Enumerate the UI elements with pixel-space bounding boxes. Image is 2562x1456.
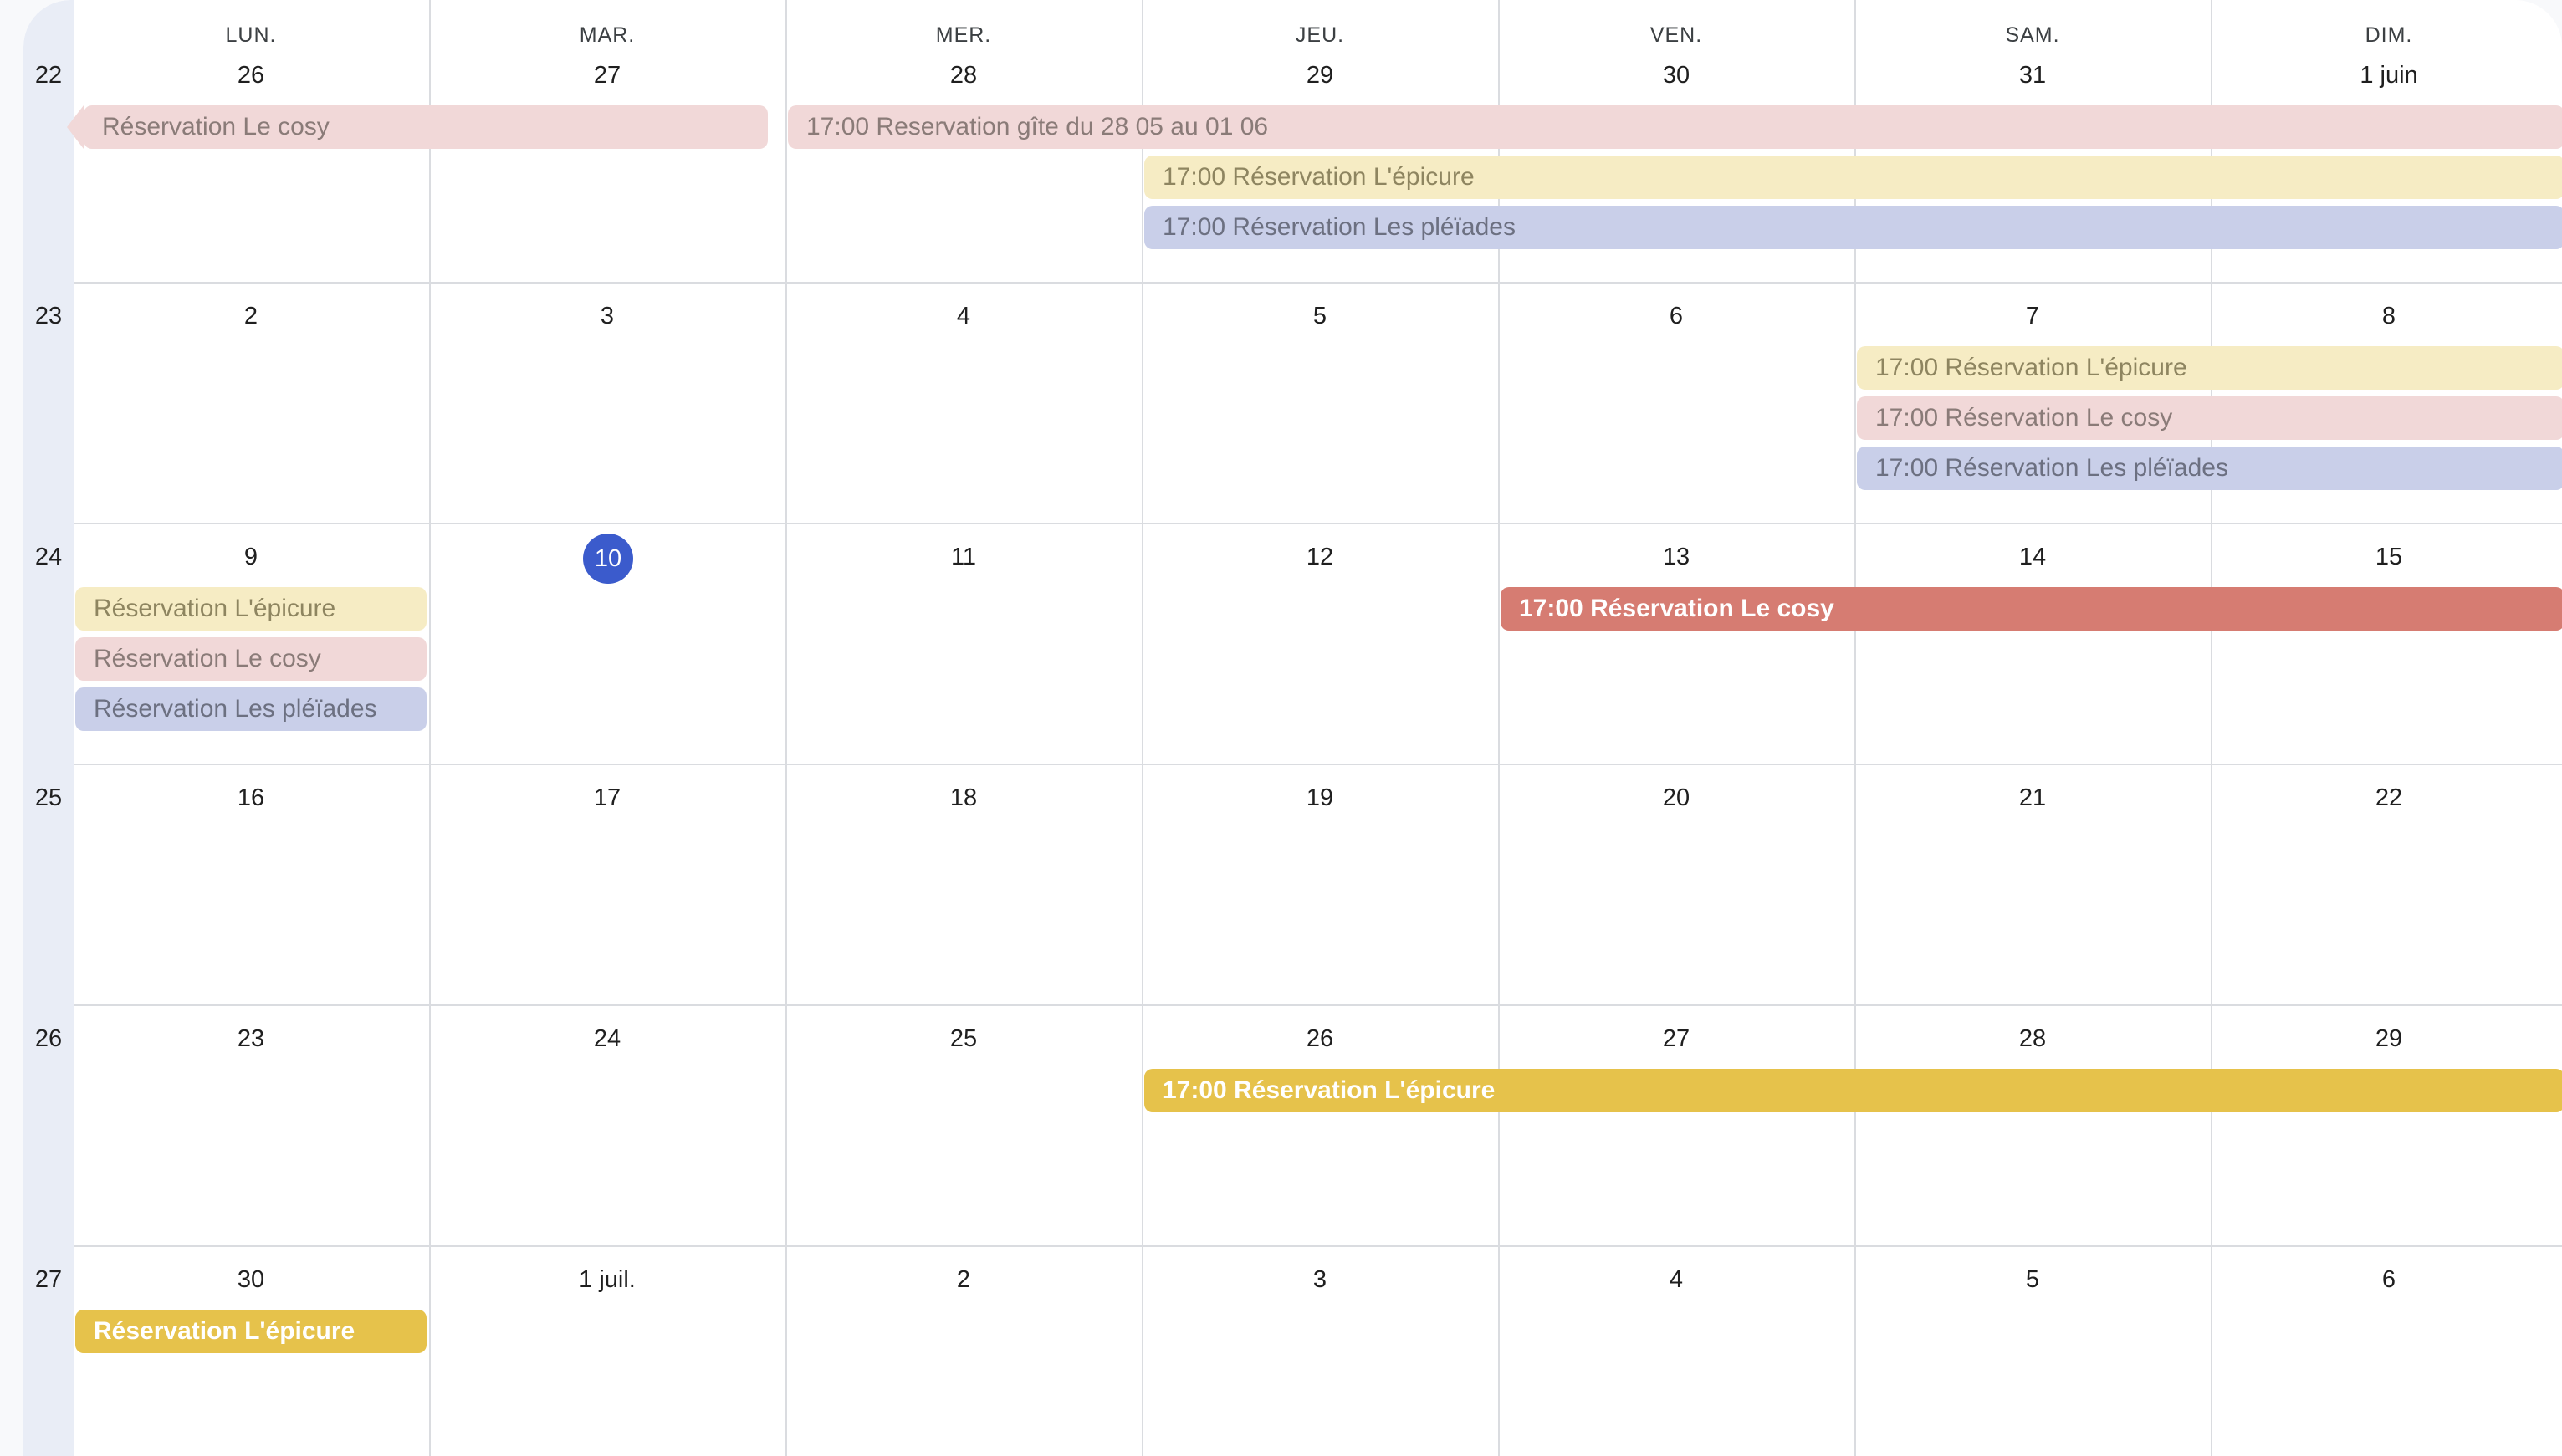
day-number[interactable]: 21 bbox=[1855, 784, 2210, 812]
day-number[interactable]: 29 bbox=[1143, 62, 1497, 89]
calendar-event[interactable]: Réservation Les pléïades bbox=[75, 687, 427, 731]
weekday-header: JEU. bbox=[1295, 23, 1345, 47]
day-number[interactable]: 26 bbox=[1143, 1025, 1497, 1053]
week-number-strip: 22 23 24 25 26 27 bbox=[23, 0, 74, 1456]
day-number[interactable]: 3 bbox=[430, 303, 785, 330]
day-number[interactable]: 13 bbox=[1499, 544, 1854, 571]
day-number[interactable]: 17 bbox=[430, 784, 785, 812]
day-number[interactable]: 6 bbox=[1499, 303, 1854, 330]
day-number[interactable]: 12 bbox=[1143, 544, 1497, 571]
day-number[interactable]: 9 bbox=[74, 544, 428, 571]
week-number: 22 bbox=[34, 62, 63, 89]
calendar-event[interactable]: Réservation L'épicure bbox=[75, 1310, 427, 1353]
day-number[interactable]: 22 bbox=[2212, 784, 2562, 812]
day-number[interactable]: 7 bbox=[1855, 303, 2210, 330]
day-number[interactable]: 2 bbox=[786, 1266, 1141, 1294]
weekday-header: LUN. bbox=[225, 23, 277, 47]
today-day-number[interactable]: 10 bbox=[583, 534, 633, 584]
column-divider bbox=[785, 0, 787, 1456]
day-number[interactable]: 4 bbox=[1499, 1266, 1854, 1294]
day-number[interactable]: 5 bbox=[1855, 1266, 2210, 1294]
weekday-header: MER. bbox=[935, 23, 992, 47]
calendar-event[interactable]: 17:00 Réservation Le cosy bbox=[1501, 587, 2562, 631]
calendar-event[interactable]: 17:00 Réservation Le cosy bbox=[1857, 396, 2562, 440]
calendar-event[interactable]: Réservation Le cosy bbox=[75, 637, 427, 681]
week-number: 24 bbox=[34, 544, 63, 570]
day-number[interactable]: 27 bbox=[1499, 1025, 1854, 1053]
day-number[interactable]: 30 bbox=[74, 1266, 428, 1294]
column-divider bbox=[1142, 0, 1143, 1456]
calendar-event[interactable]: 17:00 Réservation L'épicure bbox=[1857, 346, 2562, 390]
day-number[interactable]: 28 bbox=[1855, 1025, 2210, 1053]
day-number[interactable]: 4 bbox=[786, 303, 1141, 330]
day-number[interactable]: 26 bbox=[74, 62, 428, 89]
calendar-event[interactable]: 17:00 Réservation Les pléïades bbox=[1857, 447, 2562, 490]
row-divider bbox=[74, 523, 2562, 524]
day-number[interactable]: 11 bbox=[786, 544, 1141, 571]
day-number[interactable]: 1 juin bbox=[2212, 62, 2562, 89]
calendar-event[interactable]: 17:00 Reservation gîte du 28 05 au 01 06 bbox=[788, 105, 2562, 149]
day-number[interactable]: 31 bbox=[1855, 62, 2210, 89]
day-number[interactable]: 27 bbox=[430, 62, 785, 89]
day-number[interactable]: 23 bbox=[74, 1025, 428, 1053]
day-number[interactable]: 19 bbox=[1143, 784, 1497, 812]
day-number[interactable]: 8 bbox=[2212, 303, 2562, 330]
calendar-event[interactable]: Réservation Le cosy bbox=[67, 105, 768, 149]
row-divider bbox=[74, 282, 2562, 284]
day-number[interactable]: 18 bbox=[786, 784, 1141, 812]
weekday-header: SAM. bbox=[2005, 23, 2060, 47]
day-number[interactable]: 24 bbox=[430, 1025, 785, 1053]
day-number[interactable]: 3 bbox=[1143, 1266, 1497, 1294]
calendar-event[interactable]: 17:00 Réservation Les pléïades bbox=[1144, 206, 2562, 249]
calendar-event[interactable]: 17:00 Réservation L'épicure bbox=[1144, 1069, 2562, 1112]
day-number[interactable]: 5 bbox=[1143, 303, 1497, 330]
calendar-grid: LUN. MAR. MER. JEU. VEN. SAM. DIM. 26 27 2… bbox=[67, 0, 2562, 1456]
day-number[interactable]: 14 bbox=[1855, 544, 2210, 571]
calendar-event[interactable]: Réservation L'épicure bbox=[75, 587, 427, 631]
day-number[interactable]: 25 bbox=[786, 1025, 1141, 1053]
day-number[interactable]: 30 bbox=[1499, 62, 1854, 89]
weekday-header: MAR. bbox=[579, 23, 636, 47]
week-number: 26 bbox=[34, 1025, 63, 1052]
week-number: 23 bbox=[34, 303, 63, 330]
column-divider bbox=[429, 0, 431, 1456]
day-number[interactable]: 15 bbox=[2212, 544, 2562, 571]
day-number[interactable]: 6 bbox=[2212, 1266, 2562, 1294]
day-number[interactable]: 28 bbox=[786, 62, 1141, 89]
day-number[interactable]: 16 bbox=[74, 784, 428, 812]
row-divider bbox=[74, 1245, 2562, 1247]
weekday-header: VEN. bbox=[1649, 23, 1703, 47]
row-divider bbox=[74, 1004, 2562, 1006]
day-number[interactable]: 1 juil. bbox=[430, 1266, 785, 1294]
day-number[interactable]: 20 bbox=[1499, 784, 1854, 812]
day-number[interactable]: 2 bbox=[74, 303, 428, 330]
day-number[interactable]: 29 bbox=[2212, 1025, 2562, 1053]
week-number: 25 bbox=[34, 784, 63, 811]
row-divider bbox=[74, 764, 2562, 765]
week-number: 27 bbox=[34, 1266, 63, 1293]
calendar-event[interactable]: 17:00 Réservation L'épicure bbox=[1144, 156, 2562, 199]
weekday-header: DIM. bbox=[2365, 23, 2413, 47]
continues-left-arrow-icon bbox=[67, 105, 84, 149]
month-calendar: 22 23 24 25 26 27 LUN. MAR. MER. JEU. VE… bbox=[23, 0, 2562, 1456]
